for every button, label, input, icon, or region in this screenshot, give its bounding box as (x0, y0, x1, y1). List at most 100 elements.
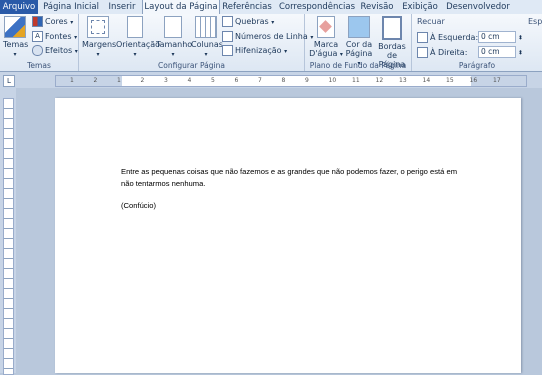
size-icon (164, 16, 182, 38)
hifenizacao-label: Hifenização (235, 46, 282, 55)
tab-referencias[interactable]: Referências (220, 0, 274, 14)
orientacao-button[interactable]: Orientação ▾ (116, 16, 160, 59)
ruler-number: 8 (281, 77, 286, 84)
group-temas: Temas ▾ Cores ▾ A Fontes ▾ Efeitos ▾ Temas (0, 14, 79, 71)
efeitos-label: Efeitos (45, 46, 73, 55)
tab-arquivo[interactable]: Arquivo (0, 0, 38, 14)
document-page[interactable]: Entre as pequenas coisas que não fazemos… (55, 98, 521, 373)
line-numbers-icon (222, 31, 233, 42)
group-paragrafo: Recuar À Esquerda: 0 cm ⬍ À Direita: 0 cm … (412, 14, 542, 71)
espacamento-heading: Espa (528, 17, 542, 26)
margins-icon (87, 16, 109, 38)
group-label-plano-de-fundo: Plano de Fundo da Página (309, 61, 407, 70)
tamanho-button[interactable]: Tamanho ▾ (156, 16, 193, 59)
bordas-label: Bordas (378, 42, 406, 51)
tab-layout-da-pagina[interactable]: Layout da Página (142, 0, 220, 14)
indent-left-row: À Esquerda: 0 cm ⬍ (417, 31, 523, 43)
indent-right-icon (417, 46, 428, 58)
horizontal-ruler[interactable]: 1 2 1 2 3 4 5 6 7 8 9 10 11 12 13 14 15 16 17 (55, 75, 527, 87)
tab-revisao[interactable]: Revisão (360, 0, 394, 14)
ruler-number: 12 (375, 77, 384, 84)
hyphenation-icon (222, 45, 233, 56)
ruler-number: 3 (164, 77, 168, 84)
columns-icon (195, 16, 217, 38)
themes-icon (4, 16, 26, 38)
orientation-icon (127, 16, 143, 38)
quebras-label: Quebras (235, 17, 269, 26)
fontes-button[interactable]: A Fontes ▾ (32, 31, 77, 42)
margens-button[interactable]: Margens ▾ (82, 16, 117, 59)
effects-icon (32, 45, 43, 56)
quebras-button[interactable]: Quebras ▾ (222, 16, 274, 27)
ruler-number: 10 (328, 77, 337, 84)
colunas-button[interactable]: Colunas ▾ (191, 16, 223, 59)
ruler-number: 4 (187, 77, 192, 84)
fonts-icon: A (32, 31, 43, 42)
ruler-number: 17 (493, 77, 501, 84)
ruler-number: 1 (70, 77, 74, 84)
esquerda-label: À Esquerda: (430, 32, 479, 42)
ruler-number: 9 (305, 77, 309, 84)
paragraph-author[interactable]: (Confúcio) (121, 200, 471, 212)
tab-selector[interactable]: L (3, 75, 15, 87)
efeitos-button[interactable]: Efeitos ▾ (32, 45, 78, 56)
indent-right-field[interactable]: 0 cm (478, 46, 516, 58)
vertical-ruler-scale (3, 98, 14, 375)
group-configurar-pagina: Margens ▾ Orientação ▾ Tamanho ▾ Colunas ▾ Q… (79, 14, 313, 71)
ruler-number: 2 (140, 77, 145, 84)
hifenizacao-button[interactable]: Hifenização ▾ (222, 45, 287, 56)
document-body[interactable]: Entre as pequenas coisas que não fazemos… (121, 166, 471, 223)
watermark-icon (317, 16, 335, 38)
indent-left-spinner[interactable]: ⬍ (516, 35, 523, 42)
numeros-de-linha-button[interactable]: Números de Linha ▾ (222, 31, 313, 42)
tab-correspondencias[interactable]: Correspondências (276, 0, 358, 14)
group-label-paragrafo: Parágrafo (458, 61, 496, 70)
margens-label: Margens (82, 40, 117, 49)
ruler-number: 6 (234, 77, 239, 84)
group-label-configurar-pagina: Configurar Página (158, 61, 225, 70)
cor-label: Cor da (345, 40, 373, 49)
ribbon: Temas ▾ Cores ▾ A Fontes ▾ Efeitos ▾ Temas… (0, 14, 542, 72)
page-borders-icon (382, 16, 402, 40)
ruler-number: 5 (211, 77, 215, 84)
tamanho-label: Tamanho (156, 40, 193, 49)
tab-exibicao[interactable]: Exibição (402, 0, 438, 14)
direita-label: À Direita: (430, 47, 468, 57)
cor-label-2: Página (345, 49, 373, 58)
orientacao-label: Orientação (116, 40, 161, 49)
ruler-number: 2 (93, 77, 98, 84)
ruler-number: 16 (469, 77, 478, 84)
colunas-label: Colunas (191, 40, 223, 49)
paragraph-quote[interactable]: Entre as pequenas coisas que não fazemos… (121, 166, 471, 189)
cores-button[interactable]: Cores ▾ (32, 16, 73, 27)
horizontal-ruler-area: L 1 2 1 2 3 4 5 6 7 8 9 10 11 12 13 14 15 16 17 (0, 72, 542, 88)
vertical-ruler[interactable] (0, 88, 16, 375)
indent-left-icon (417, 31, 428, 43)
ruler-number: 11 (352, 77, 360, 84)
marca-label-2: D'água (309, 49, 338, 58)
fontes-label: Fontes (45, 32, 72, 41)
recuar-heading: Recuar (417, 17, 445, 26)
page-color-icon (348, 16, 370, 38)
temas-button[interactable]: Temas ▾ (3, 16, 29, 59)
colors-icon (32, 16, 43, 27)
numeros-label: Números de Linha (235, 32, 308, 41)
indent-left-field[interactable]: 0 cm (478, 31, 516, 43)
ruler-number: 15 (446, 77, 454, 84)
tab-desenvolvedor[interactable]: Desenvolvedor (446, 0, 510, 14)
tab-pagina-inicial[interactable]: Página Inicial (40, 0, 102, 14)
marca-dagua-button[interactable]: Marca D'água ▾ (309, 16, 343, 59)
cores-label: Cores (45, 17, 68, 26)
group-plano-de-fundo: Marca D'água ▾ Cor da Página ▾ Bordas de Pá… (305, 14, 412, 71)
ruler-number: 13 (399, 77, 407, 84)
group-label-temas: Temas (27, 61, 51, 70)
tab-inserir[interactable]: Inserir (104, 0, 140, 14)
marca-label: Marca (313, 40, 339, 49)
indent-right-spinner[interactable]: ⬍ (516, 50, 523, 57)
indent-right-row: À Direita: 0 cm ⬍ (417, 46, 523, 58)
ruler-number: 7 (258, 77, 262, 84)
ruler-number: 14 (422, 77, 431, 84)
ribbon-tab-bar: Arquivo Página Inicial Inserir Layout da… (0, 0, 542, 15)
temas-label: Temas (3, 40, 29, 49)
breaks-icon (222, 16, 233, 27)
